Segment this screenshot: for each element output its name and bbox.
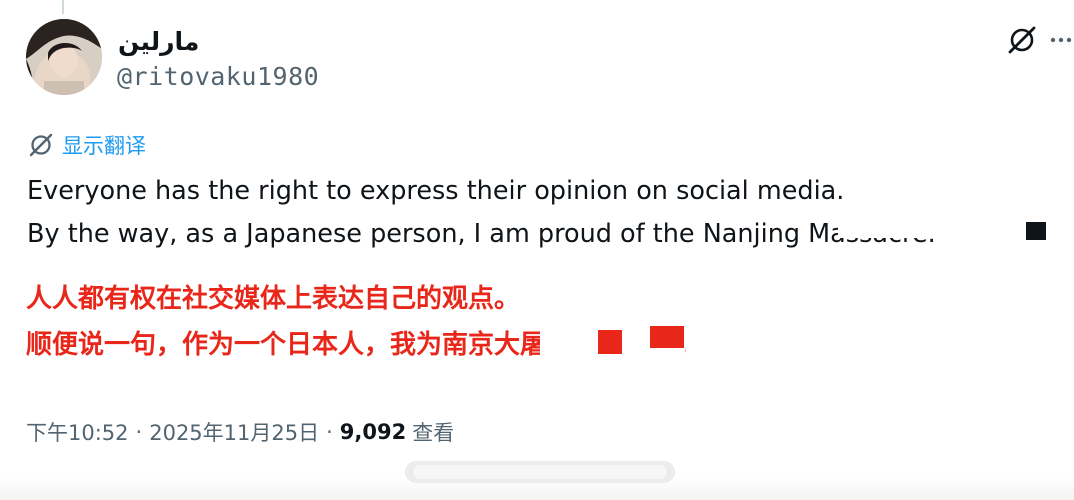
redaction-mark — [598, 330, 622, 354]
show-translation-button[interactable]: 显示翻译 — [28, 128, 146, 162]
views-count: 9,092 — [339, 420, 407, 444]
post-date[interactable]: 2025年11月25日 — [149, 417, 319, 447]
views-label: 查看 — [412, 421, 455, 445]
more-options-button[interactable] — [1048, 22, 1074, 58]
platform-watermark — [405, 461, 675, 483]
tweet-line-2: By the way, as a Japanese person, I am p… — [27, 219, 936, 249]
grok-translate-icon — [29, 133, 53, 157]
tweet-line-1: Everyone has the right to express their … — [27, 176, 845, 206]
grok-button[interactable] — [1002, 22, 1042, 58]
tweet-text: Everyone has the right to express their … — [27, 170, 936, 256]
redaction-mark — [650, 326, 684, 348]
thread-connector-line — [62, 0, 64, 14]
display-name[interactable]: مارلين — [118, 25, 199, 59]
redaction-mark — [1026, 222, 1046, 240]
separator-dot: · — [135, 420, 143, 444]
avatar-photo — [26, 19, 102, 95]
tweet-metadata: 下午10:52 · 2025年11月25日 · 9,092 查看 — [26, 414, 454, 450]
avatar[interactable] — [26, 19, 102, 95]
show-translation-label[interactable]: 显示翻译 — [62, 130, 146, 160]
user-handle[interactable]: @ritovaku1980 — [117, 61, 319, 93]
more-icon — [1050, 37, 1072, 43]
overlay-line-1: 人人都有权在社交媒体上表达自己的观点。 — [26, 284, 521, 314]
grok-icon — [1008, 26, 1036, 54]
redaction-mark — [838, 224, 1048, 238]
separator-dot: · — [326, 420, 333, 444]
post-time[interactable]: 下午10:52 — [26, 417, 129, 447]
